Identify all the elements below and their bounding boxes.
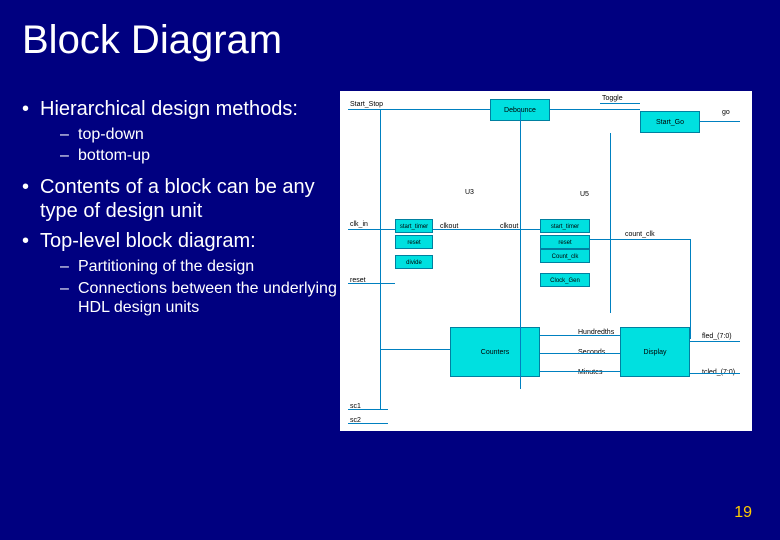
wire	[540, 335, 620, 336]
wire	[540, 353, 620, 354]
block-display: Display	[620, 327, 690, 377]
block-reset-timer: reset	[395, 235, 433, 249]
bullet-contents: Contents of a block can be any type of d…	[16, 175, 340, 223]
text-column: Hierarchical design methods: top-down bo…	[10, 91, 340, 431]
block-startgo: Start_Go	[640, 111, 700, 133]
subbullet-partitioning: Partitioning of the design	[16, 257, 340, 276]
wire	[348, 229, 395, 230]
wire	[348, 423, 388, 424]
wire	[348, 109, 490, 110]
wire	[520, 109, 521, 389]
block-start2: start_timer	[540, 219, 590, 233]
wire	[590, 239, 690, 240]
wire	[690, 239, 691, 339]
wire	[700, 121, 740, 122]
label-u3: U3	[465, 189, 474, 196]
wire	[690, 373, 740, 374]
label-startstop: Start_Stop	[350, 101, 383, 108]
wire	[380, 349, 450, 350]
subbullet-connections: Connections between the underlying HDL d…	[16, 279, 340, 317]
block-start-timer: start_timer	[395, 219, 433, 233]
wire	[540, 371, 620, 372]
label-u5: U5	[580, 191, 589, 198]
block-counters: Counters	[450, 327, 540, 377]
slide-content: Hierarchical design methods: top-down bo…	[0, 71, 780, 431]
wire	[433, 229, 540, 230]
wire	[380, 109, 381, 409]
label-countclk: count_clk	[625, 231, 655, 238]
slide-title: Block Diagram	[0, 0, 780, 71]
wire	[348, 283, 395, 284]
block-countclk: Count_clk	[540, 249, 590, 263]
wire	[600, 103, 640, 104]
block-reset2: reset	[540, 235, 590, 249]
bullet-hierarchical: Hierarchical design methods:	[16, 97, 340, 121]
block-diagram: Debounce Start_Go start_timer reset divi…	[340, 91, 752, 431]
label-toggle: Toggle	[602, 95, 623, 102]
label-clkin: clk_in	[350, 221, 368, 228]
block-divide: divide	[395, 255, 433, 269]
wire	[610, 133, 611, 313]
subbullet-topdown: top-down	[16, 125, 340, 144]
wire	[348, 409, 388, 410]
wire	[550, 109, 640, 110]
subbullet-bottomup: bottom-up	[16, 146, 340, 165]
label-fled: fled_(7:0)	[702, 333, 732, 340]
wire	[690, 341, 740, 342]
label-go: go	[722, 109, 730, 116]
bullet-toplevel: Top-level block diagram:	[16, 229, 340, 253]
block-clockgen: Clock_Gen	[540, 273, 590, 287]
page-number: 19	[734, 504, 752, 522]
